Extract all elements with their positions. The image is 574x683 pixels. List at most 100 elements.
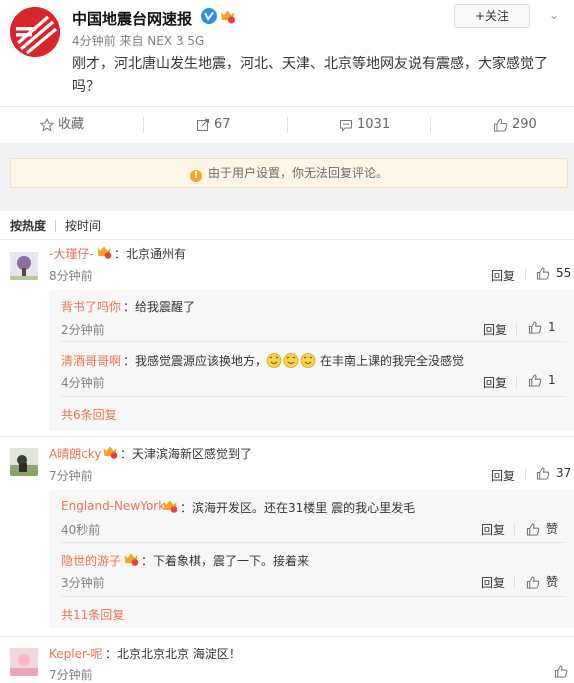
reply-button[interactable]: 回复 xyxy=(491,267,515,284)
replier-name[interactable]: 背书了吗你 xyxy=(61,298,121,315)
like-button[interactable]: 290 xyxy=(493,107,537,143)
view-more-replies-link[interactable]: 共11条回复 xyxy=(61,606,124,623)
thumbs-up-icon xyxy=(528,321,542,334)
comment-text: ：北京通州有 xyxy=(114,247,187,261)
divider xyxy=(430,117,431,133)
post-action-bar: 收藏 67 1031 290 xyxy=(0,106,574,144)
divider xyxy=(516,376,517,388)
comment-like-button[interactable] xyxy=(554,664,574,678)
reply-text: 在丰南上课的我完全没感觉 xyxy=(320,354,465,368)
like-count: 1 xyxy=(548,320,556,334)
like-count: 290 xyxy=(512,117,537,132)
reply-button[interactable]: 回复 xyxy=(483,321,507,338)
reply-time: 4分钟前 xyxy=(61,376,105,390)
divider xyxy=(55,220,56,232)
reply-like-button[interactable]: 1 xyxy=(528,320,556,334)
comment-text: ：北京北京北京 海淀区！ xyxy=(105,647,241,661)
reply-like-button[interactable]: 赞 xyxy=(526,520,558,537)
like-label: 赞 xyxy=(546,522,559,536)
smile-emoji-icon xyxy=(266,353,282,368)
vip-badge-icon xyxy=(97,246,112,259)
thumbs-up-icon xyxy=(536,267,550,280)
divider xyxy=(514,523,515,535)
reply-text: ：滨海开发区。还在31楼里 震的我心里发毛 xyxy=(180,501,416,515)
comment-icon xyxy=(340,119,352,132)
chevron-down-icon[interactable]: ⌄ xyxy=(549,8,559,22)
divider xyxy=(61,341,566,342)
replier-name[interactable]: 清酒哥哥啊 xyxy=(61,352,121,369)
reply-button[interactable]: 回复 xyxy=(481,574,505,591)
star-icon xyxy=(39,117,55,132)
like-count: 55 xyxy=(556,266,572,280)
reply-time: 3分钟前 xyxy=(61,576,105,590)
comment-time: 8分钟前 xyxy=(49,269,93,283)
verified-blue-icon xyxy=(201,8,217,24)
reply-text: ：我感觉震源应该换地方， xyxy=(123,354,268,368)
emoji-group xyxy=(266,349,317,368)
smile-emoji-icon xyxy=(283,353,299,368)
thumbs-up-icon xyxy=(526,523,540,536)
reply-button[interactable]: 回复 xyxy=(491,467,515,484)
weibo-post: 中国地震台网速报 4分钟前 来自 NEX 3 5G +关注 ⌄ 刚才，河北唐山发… xyxy=(0,0,574,104)
commenter-avatar[interactable] xyxy=(10,252,38,280)
comment-sort-bar: 按热度 按时间 xyxy=(0,211,574,240)
view-more-replies-link[interactable]: 共6条回复 xyxy=(61,406,117,423)
thumbs-up-icon xyxy=(528,374,542,387)
divider xyxy=(525,469,526,481)
reply-like-button[interactable]: 1 xyxy=(528,373,556,387)
divider xyxy=(287,117,288,133)
commenter-avatar[interactable] xyxy=(10,648,38,676)
repost-icon xyxy=(197,118,209,131)
divider xyxy=(61,596,566,597)
like-count: 37 xyxy=(556,466,572,480)
vip-badge-icon xyxy=(103,446,118,459)
follow-button[interactable]: +关注 xyxy=(454,4,530,28)
thumbs-up-icon xyxy=(536,467,550,480)
favorite-button[interactable]: 收藏 xyxy=(39,107,85,143)
smile-emoji-icon xyxy=(300,353,316,368)
post-meta: 4分钟前 来自 NEX 3 5G xyxy=(72,34,205,48)
thumbs-up-icon xyxy=(554,665,568,678)
replier-name[interactable]: 隐世的游子 xyxy=(61,552,121,569)
commenter-name[interactable]: A晴朗cky xyxy=(49,445,101,462)
comment-like-button[interactable]: 37 xyxy=(536,466,571,480)
divider xyxy=(525,269,526,281)
divider xyxy=(61,396,566,397)
repost-button[interactable]: 67 xyxy=(196,107,231,143)
reply-restriction-notice: ! 由于用户设置，你无法回复评论。 xyxy=(10,158,568,188)
reply-like-button[interactable]: 赞 xyxy=(526,573,558,590)
post-text: 刚才，河北唐山发生地震，河北、天津、北京等地网友说有震感，大家感觉了吗？ xyxy=(72,56,548,95)
like-count: 1 xyxy=(548,373,556,387)
vip-badge-icon xyxy=(221,10,235,24)
reply-button[interactable]: 回复 xyxy=(481,521,505,538)
repost-count: 67 xyxy=(214,117,231,132)
commenter-avatar[interactable] xyxy=(10,448,38,476)
divider xyxy=(0,636,574,637)
comment-time: 7分钟前 xyxy=(49,668,93,682)
divider xyxy=(516,323,517,335)
reply-text: ：下着象棋，震了一下。接着来 xyxy=(141,554,310,568)
divider xyxy=(0,436,574,437)
divider xyxy=(61,542,566,543)
comment-text: ：天津滨海新区感觉到了 xyxy=(120,447,253,461)
sort-by-hot-tab[interactable]: 按热度 xyxy=(10,217,46,234)
reply-button[interactable]: 回复 xyxy=(483,374,507,391)
author-avatar[interactable] xyxy=(10,7,60,57)
comment-like-button[interactable]: 55 xyxy=(536,266,571,280)
commenter-name[interactable]: Kepler-呢 xyxy=(49,645,103,662)
vip-badge-icon xyxy=(163,500,178,513)
comment-time: 7分钟前 xyxy=(49,469,93,483)
notice-text: 由于用户设置，你无法回复评论。 xyxy=(207,166,388,180)
like-label: 赞 xyxy=(546,575,559,589)
replier-name[interactable]: England-NewYork xyxy=(61,499,165,513)
favorite-label: 收藏 xyxy=(58,117,85,132)
author-name[interactable]: 中国地震台网速报 xyxy=(72,8,192,29)
divider xyxy=(143,117,144,133)
vip-badge-icon xyxy=(124,553,139,566)
thumbs-up-icon xyxy=(526,576,540,589)
commenter-name[interactable]: -大瑾仔- xyxy=(49,245,94,262)
reply-time: 2分钟前 xyxy=(61,323,105,337)
sort-by-time-tab[interactable]: 按时间 xyxy=(65,217,101,234)
warning-icon: ! xyxy=(189,170,202,182)
comment-button[interactable]: 1031 xyxy=(339,107,390,143)
